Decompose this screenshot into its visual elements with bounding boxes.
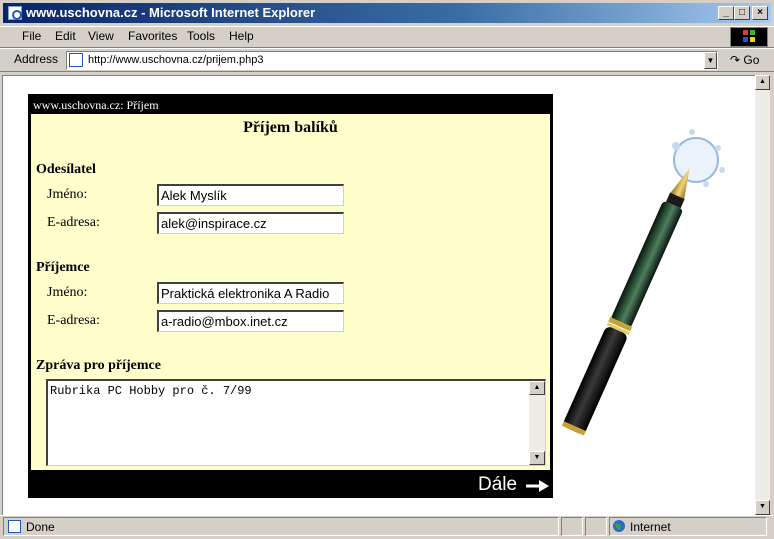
sender-email-input[interactable]: alek@inspirace.cz [157,212,344,234]
message-scroll-up-button[interactable]: ▲ [529,381,545,395]
recipient-email-input[interactable]: a-radio@mbox.inet.cz [157,310,344,332]
recipient-heading: Příjemce [36,260,90,275]
scroll-down-button[interactable]: ▼ [755,500,770,515]
recipient-name-label: Jméno: [47,285,88,300]
panel-header: www.uschovna.cz: Příjem [33,98,159,112]
page-status-icon [8,520,21,533]
menu-tools[interactable]: Tools [187,29,215,43]
arrow-right-icon[interactable] [524,477,550,495]
status-panel-progress [561,517,583,536]
sender-name-input[interactable]: Alek Myslík [157,184,344,206]
address-label: Address [14,52,59,66]
message-scroll-down-button[interactable]: ▼ [529,451,545,465]
sender-email-label: E-adresa: [47,215,100,230]
recipient-name-input[interactable]: Praktická elektronika A Radio [157,282,344,304]
go-arrow-icon: ↷ [730,53,741,67]
ie-window-icon[interactable] [8,6,22,20]
sender-heading: Odesílatel [36,162,96,177]
status-text: Done [26,520,55,534]
scroll-up-button[interactable]: ▲ [755,75,770,90]
minimize-button[interactable]: _ [718,6,734,20]
address-url[interactable]: http://www.uschovna.cz/prijem.php3 [88,54,263,66]
menu-edit[interactable]: Edit [55,29,76,43]
menu-view[interactable]: View [88,29,114,43]
fountain-pen-illustration [561,129,725,436]
maximize-button[interactable]: □ [734,6,750,20]
message-text[interactable]: Rubrika PC Hobby pro č. 7/99 [50,384,252,398]
status-panel-lock [585,517,607,536]
windows-logo-icon [743,30,755,42]
security-zone-label: Internet [630,520,671,534]
next-button[interactable]: Dále [478,474,517,496]
page-scrollbar[interactable]: ▲ ▼ [755,75,770,515]
recipient-email-label: E-adresa: [47,313,100,328]
page-icon [69,53,83,67]
message-scrollbar[interactable]: ▲ ▼ [529,381,545,465]
internet-globe-icon [613,520,625,532]
sender-name-label: Jméno: [47,187,88,202]
menu-help[interactable]: Help [229,29,254,43]
go-label: Go [743,53,760,67]
window-title: www.uschovna.cz - Microsoft Internet Exp… [26,5,316,20]
close-button[interactable]: × [752,6,768,20]
menu-bar [0,26,774,48]
go-button[interactable]: ↷ Go [726,51,768,70]
form-title: Příjem balíků [243,119,338,136]
menu-favorites[interactable]: Favorites [128,29,177,43]
menu-file[interactable]: File [22,29,41,43]
status-panel-main [3,517,559,536]
message-heading: Zpráva pro příjemce [36,358,161,373]
address-dropdown-button[interactable]: ▼ [704,52,717,69]
